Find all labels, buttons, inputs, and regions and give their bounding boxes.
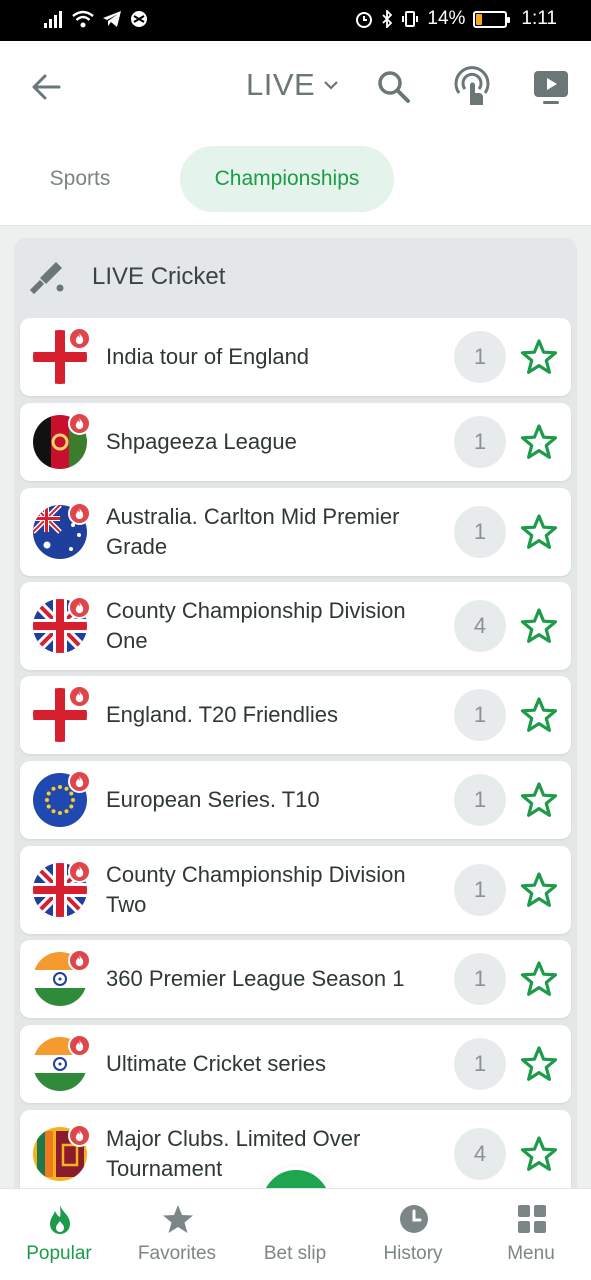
favorite-star-icon[interactable] — [520, 607, 558, 645]
event-count-badge: 4 — [454, 1128, 506, 1180]
championship-name: Australia. Carlton Mid Premier Grade — [106, 504, 400, 559]
event-count-badge: 1 — [454, 864, 506, 916]
championship-row[interactable]: 360 Premier League Season 1 1 — [20, 940, 571, 1018]
page-title: LIVE — [246, 67, 316, 102]
nav-favorites[interactable]: Favorites — [118, 1189, 236, 1280]
app-notification-icon — [131, 11, 147, 27]
championship-row[interactable]: Australia. Carlton Mid Premier Grade 1 — [20, 488, 571, 576]
live-stream-touch-icon[interactable] — [450, 65, 494, 109]
nav-bet-slip[interactable]: Bet slip — [236, 1189, 354, 1280]
tab-bar: Sports Championships — [0, 146, 591, 212]
tab-championships-label: Championships — [214, 167, 360, 190]
nav-bet-slip-label: Bet slip — [263, 1243, 327, 1264]
section-header: LIVE Cricket — [14, 238, 577, 316]
live-fire-icon — [68, 327, 91, 350]
championship-name: County Championship Division One — [106, 598, 406, 653]
championship-row[interactable]: County Championship Division One 4 — [20, 582, 571, 670]
wifi-icon — [72, 10, 94, 28]
event-count-badge: 1 — [454, 774, 506, 826]
favorite-star-icon[interactable] — [520, 871, 558, 909]
favorite-star-icon[interactable] — [520, 1045, 558, 1083]
championship-row[interactable]: County Championship Division Two 1 — [20, 846, 571, 934]
video-broadcast-icon[interactable] — [530, 66, 572, 108]
nav-history-label: History — [383, 1243, 443, 1264]
live-dropdown[interactable]: LIVE — [246, 67, 339, 103]
championship-name: County Championship Division Two — [106, 862, 406, 917]
favorite-star-icon[interactable] — [520, 338, 558, 376]
event-count-badge: 1 — [454, 953, 506, 1005]
nav-menu[interactable]: Menu — [472, 1189, 590, 1280]
live-fire-icon — [68, 502, 91, 525]
championship-row[interactable]: European Series. T10 1 — [20, 761, 571, 839]
battery-icon — [473, 10, 511, 28]
app-header: LIVE Sports Championships — [0, 41, 591, 226]
favorite-star-icon[interactable] — [520, 423, 558, 461]
favorite-star-icon[interactable] — [520, 781, 558, 819]
event-count-badge: 1 — [454, 331, 506, 383]
live-fire-icon — [68, 685, 91, 708]
event-count-badge: 1 — [454, 1038, 506, 1090]
nav-favorites-label: Favorites — [137, 1243, 217, 1264]
championship-row[interactable]: Ultimate Cricket series 1 — [20, 1025, 571, 1103]
bluetooth-icon — [382, 10, 393, 28]
status-bar: 14% 1:11 — [0, 0, 591, 41]
favorite-star-icon[interactable] — [520, 960, 558, 998]
live-fire-icon — [68, 949, 91, 972]
live-fire-icon — [68, 1034, 91, 1057]
back-button[interactable] — [28, 69, 64, 105]
tab-sports-label: Sports — [49, 167, 111, 190]
tab-championships[interactable]: Championships — [180, 146, 394, 212]
flame-icon — [50, 1205, 70, 1234]
star-icon — [163, 1205, 193, 1233]
championship-name: Shpageeza League — [106, 429, 297, 454]
live-fire-icon — [68, 770, 91, 793]
clock-time: 1:11 — [521, 8, 557, 29]
nav-popular-label: Popular — [26, 1243, 92, 1264]
event-count-badge: 1 — [454, 689, 506, 741]
championship-list-panel: LIVE Cricket India tour of England 1 Shpag… — [14, 238, 577, 1188]
bottom-nav: Popular Favorites Bet slip History Menu — [0, 1188, 591, 1280]
championship-row[interactable]: India tour of England 1 — [20, 318, 571, 396]
event-count-badge: 1 — [454, 506, 506, 558]
championship-row[interactable]: England. T20 Friendlies 1 — [20, 676, 571, 754]
chevron-down-icon — [324, 81, 338, 90]
nav-popular[interactable]: Popular — [0, 1189, 118, 1280]
live-fire-icon — [68, 860, 91, 883]
championship-name: European Series. T10 — [106, 787, 320, 812]
nav-menu-label: Menu — [507, 1243, 555, 1264]
live-fire-icon — [68, 1124, 91, 1147]
live-fire-icon — [68, 596, 91, 619]
championship-row[interactable]: Shpageeza League 1 — [20, 403, 571, 481]
nav-history[interactable]: History — [354, 1189, 472, 1280]
telegram-icon — [103, 11, 121, 27]
status-right: 14% 1:11 — [355, 8, 557, 30]
clock-icon — [400, 1205, 428, 1233]
cricket-bat-icon — [29, 262, 64, 295]
search-icon[interactable] — [374, 67, 414, 107]
grid-icon — [518, 1205, 546, 1233]
favorite-star-icon[interactable] — [520, 513, 558, 551]
championship-name: 360 Premier League Season 1 — [106, 966, 405, 991]
status-left — [44, 10, 148, 28]
favorite-star-icon[interactable] — [520, 696, 558, 734]
alarm-icon — [356, 12, 373, 28]
championship-name: Ultimate Cricket series — [106, 1051, 327, 1076]
vibrate-icon — [402, 11, 419, 27]
event-count-badge: 1 — [454, 416, 506, 468]
live-fire-icon — [68, 412, 91, 435]
section-title: LIVE Cricket — [92, 263, 226, 290]
favorite-star-icon[interactable] — [520, 1135, 558, 1173]
tab-sports[interactable]: Sports — [20, 146, 140, 212]
championship-name: England. T20 Friendlies — [106, 702, 338, 727]
signal-icon — [44, 11, 62, 28]
battery-percent: 14% — [427, 8, 466, 29]
event-count-badge: 4 — [454, 600, 506, 652]
championship-name: India tour of England — [106, 344, 310, 369]
